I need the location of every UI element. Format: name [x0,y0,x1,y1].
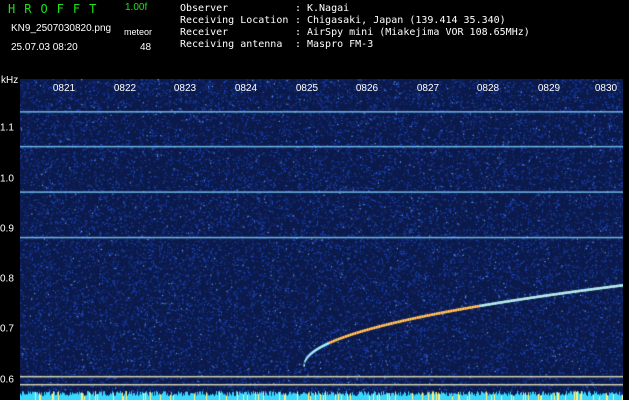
info-value: AirSpy mini (Miakejima VOR 108.65MHz) [307,27,530,38]
freq-tick: 1.1 [0,122,14,134]
app-title: HROFFT [8,2,106,16]
y-axis-unit: kHz [1,75,19,86]
freq-tick: 1.0 [0,173,14,185]
mode-label: meteor [124,27,153,37]
info-value: K.Nagai [307,3,350,14]
freq-tick: 0.9 [0,223,14,235]
filename-label: KN9_2507030820.png [11,23,112,34]
info-row-location: Receiving Location: Chigasaki, Japan (139… [180,15,506,26]
info-label: Receiving antenna [180,39,283,50]
spectrogram-canvas [20,79,623,400]
spectrogram-plot[interactable] [20,79,623,400]
count-label: 48 [140,42,152,53]
info-row-antenna: Receiving antenna: Maspro FM-3 [180,39,374,50]
freq-tick: 0.7 [0,323,14,335]
info-label: Observer [180,3,229,14]
info-row-receiver: Receiver: AirSpy mini (Miakejima VOR 108.… [180,27,530,38]
info-value: Chigasaki, Japan (139.414 35.340) [307,15,506,26]
info-label: Receiving Location [180,15,289,26]
version-label: 1.00f [125,2,148,13]
freq-tick: 0.6 [0,374,14,386]
freq-tick: 0.8 [0,273,14,285]
info-label: Receiver [180,27,229,38]
datetime-label: 25.07.03 08:20 [11,42,78,53]
info-value: Maspro FM-3 [307,39,374,50]
info-row-observer: Observer: K.Nagai [180,3,350,14]
